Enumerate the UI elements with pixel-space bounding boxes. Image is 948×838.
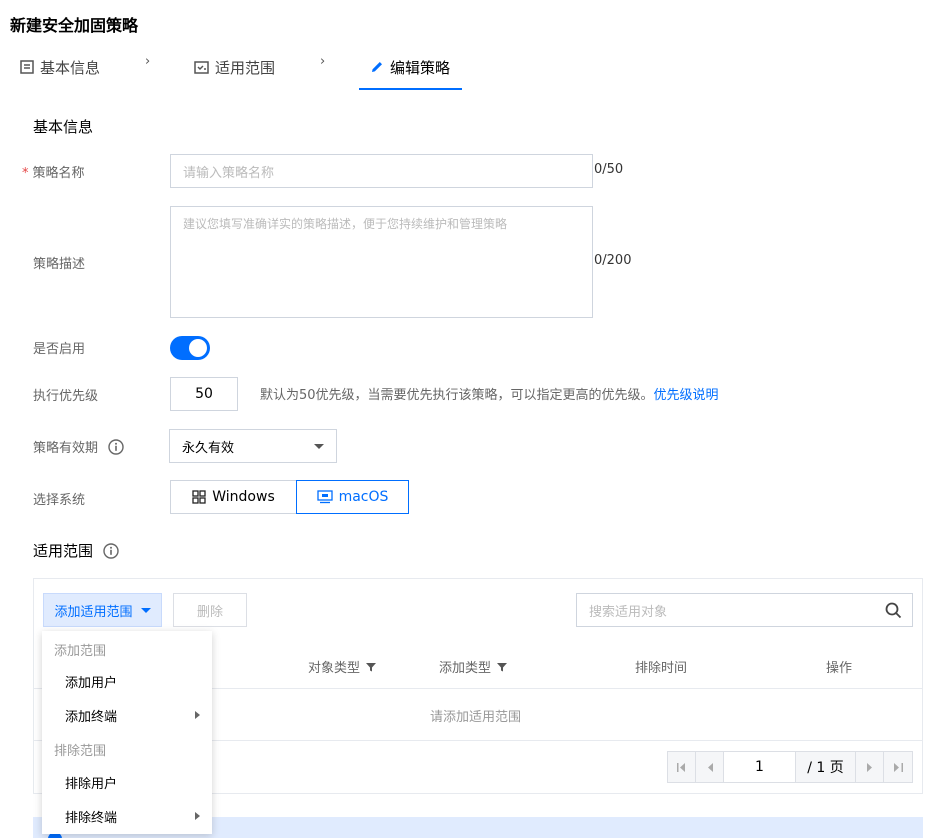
active-step-underline: [359, 88, 462, 90]
hint-text: 默认为50优先级，当需要优先执行该策略，可以指定更高的优先级。: [260, 388, 654, 403]
menu-item-exclude-user[interactable]: 排除用户: [42, 766, 212, 798]
section-title-text: 适用范围: [33, 542, 94, 560]
document-icon: [20, 60, 34, 74]
label-text: 策略有效期: [33, 441, 99, 456]
menu-item-label: 排除用户: [65, 776, 118, 792]
chevron-right-icon: ›: [320, 54, 326, 69]
steps-bar: 基本信息 › 适用范围 › 编辑策略: [0, 44, 948, 90]
dropdown-group-exclude: 排除范围: [54, 744, 107, 759]
label-enable: 是否启用: [33, 342, 86, 357]
menu-item-add-terminal[interactable]: 添加终端: [42, 699, 212, 731]
column-label: 排除时间: [635, 661, 688, 676]
system-windows-button[interactable]: Windows: [170, 480, 297, 514]
menu-item-label: 添加终端: [65, 709, 118, 725]
filter-icon[interactable]: [497, 662, 508, 672]
label-policy-name: * 策略名称: [22, 162, 85, 181]
column-label: 添加类型: [439, 661, 492, 676]
menu-item-label: 排除终端: [65, 810, 118, 826]
pencil-icon: [372, 62, 382, 72]
dropdown-group-add: 添加范围: [54, 644, 107, 659]
step-label: 适用范围: [215, 58, 276, 77]
monitor-icon: [316, 490, 333, 504]
policy-desc-textarea[interactable]: 建议您填写准确详实的策略描述，便于您持续维护和管理策略: [170, 206, 593, 318]
last-page-icon[interactable]: [884, 752, 912, 782]
windows-icon: [192, 490, 206, 504]
label-priority: 执行优先级: [33, 389, 99, 404]
column-label: 对象类型: [308, 661, 361, 676]
policy-name-counter: 0/50: [594, 162, 624, 177]
button-label: 添加适用范围: [54, 604, 133, 620]
policy-name-input[interactable]: 请输入策略名称: [170, 154, 593, 188]
info-icon[interactable]: [108, 438, 124, 455]
caret-down-icon: [140, 607, 151, 613]
current-page: 1: [755, 759, 764, 775]
step-edit-policy[interactable]: 编辑策略: [370, 44, 450, 90]
option-label: Windows: [212, 489, 275, 505]
required-mark: *: [22, 166, 29, 181]
menu-item-label: 添加用户: [65, 675, 118, 691]
column-header-object-type[interactable]: 对象类型: [308, 657, 377, 676]
toggle-knob: [189, 339, 207, 357]
option-label: macOS: [338, 489, 389, 505]
prev-page-icon[interactable]: [696, 752, 724, 782]
section-title-scope: 适用范围: [33, 540, 119, 561]
add-scope-button[interactable]: 添加适用范围: [43, 593, 162, 627]
button-label: 删除: [196, 604, 223, 620]
priority-value: 50: [195, 386, 213, 402]
menu-item-exclude-terminal[interactable]: 排除终端: [42, 800, 212, 832]
scope-icon: [194, 60, 209, 74]
step-scope[interactable]: 适用范围: [194, 44, 275, 90]
section-title-text: 基本信息: [33, 118, 94, 136]
enable-toggle[interactable]: [170, 336, 210, 360]
column-header-add-type[interactable]: 添加类型: [439, 657, 508, 676]
policy-desc-counter: 0/200: [594, 253, 632, 268]
submenu-arrow-icon: [195, 812, 200, 820]
delete-button[interactable]: 删除: [173, 593, 247, 627]
step-label: 基本信息: [40, 58, 101, 77]
priority-input[interactable]: 50: [170, 377, 238, 411]
page-total: / 1 页: [796, 752, 856, 782]
pagination: 1 / 1 页: [667, 751, 913, 783]
label-text: 策略名称: [32, 166, 85, 181]
table-empty-text: 请添加适用范围: [430, 710, 522, 725]
submenu-arrow-icon: [195, 711, 200, 719]
info-icon[interactable]: [103, 542, 119, 559]
page-number-input[interactable]: 1: [724, 752, 796, 782]
priority-hint: 默认为50优先级，当需要优先执行该策略，可以指定更高的优先级。优先级说明: [260, 384, 719, 403]
placeholder-text: 搜索适用对象: [589, 604, 668, 620]
next-page-icon[interactable]: [856, 752, 884, 782]
label-policy-desc: 策略描述: [33, 257, 86, 272]
column-header-exclude-time: 排除时间: [635, 657, 687, 676]
label-validity: 策略有效期: [33, 437, 124, 456]
chevron-right-icon: ›: [145, 54, 151, 69]
label-system: 选择系统: [33, 493, 86, 508]
select-value: 永久有效: [182, 440, 235, 456]
placeholder-text: 请输入策略名称: [183, 165, 275, 181]
column-label: 操作: [826, 661, 853, 676]
column-header-actions: 操作: [826, 657, 852, 676]
validity-select[interactable]: 永久有效: [169, 429, 337, 463]
menu-item-add-user[interactable]: 添加用户: [42, 665, 212, 697]
step-label: 编辑策略: [390, 58, 451, 77]
priority-help-link[interactable]: 优先级说明: [654, 388, 719, 403]
caret-down-icon: [314, 443, 324, 449]
filter-icon[interactable]: [366, 662, 377, 672]
total-pages-text: / 1 页: [807, 760, 844, 776]
system-macos-button[interactable]: macOS: [296, 480, 409, 514]
placeholder-text: 建议您填写准确详实的策略描述，便于您持续维护和管理策略: [183, 217, 508, 231]
first-page-icon[interactable]: [668, 752, 696, 782]
system-segmented: Windows macOS: [170, 480, 409, 514]
scope-search-input[interactable]: 搜索适用对象: [576, 593, 913, 627]
page-title: 新建安全加固策略: [10, 16, 139, 35]
step-basic-info[interactable]: 基本信息: [20, 44, 100, 90]
section-title-basic: 基本信息: [33, 116, 93, 137]
add-scope-dropdown: 添加范围 添加用户 添加终端 排除范围 排除用户 排除终端: [42, 631, 212, 834]
search-icon[interactable]: [885, 602, 902, 619]
